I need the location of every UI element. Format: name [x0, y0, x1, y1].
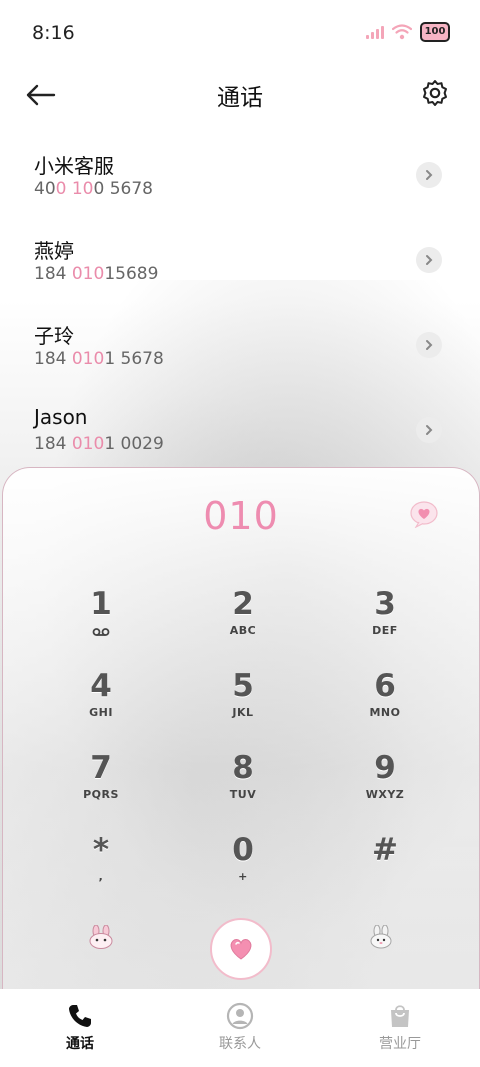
contact-name: 小米客服 [34, 154, 114, 178]
key-9[interactable]: 9 WXYZ [315, 746, 455, 828]
contact-name: 燕婷 [34, 239, 74, 263]
chevron-right-icon[interactable] [416, 332, 442, 358]
bottom-tab-bar: 通话 联系人 营业厅 [0, 989, 480, 1067]
key-6[interactable]: 6 MNO [315, 664, 455, 746]
tab-service-hall[interactable]: 营业厅 [320, 989, 480, 1067]
key-2[interactable]: 2 ABC [173, 582, 313, 664]
key-5[interactable]: 5 JKL [173, 664, 313, 746]
chevron-right-icon[interactable] [416, 247, 442, 273]
keypad: 1 2 ABC 3 DEF 4 GHI 5 JKL 6 MNO 7 PQRS 8… [31, 582, 455, 910]
store-bag-icon [391, 1005, 409, 1027]
list-item[interactable]: 燕婷 184 01015689 [0, 215, 480, 300]
signal-icon [366, 25, 384, 39]
dialer-panel: 010 1 2 ABC 3 DEF 4 GHI 5 JKL 6 MNO 7 PQ… [2, 467, 480, 1008]
wifi-icon [392, 24, 412, 40]
battery-icon: 100 [420, 22, 450, 42]
tab-label: 通话 [66, 1036, 94, 1052]
chevron-right-icon[interactable] [416, 162, 442, 188]
status-bar: 8:16 100 [0, 0, 480, 64]
key-3[interactable]: 3 DEF [315, 582, 455, 664]
contact-name: 子玲 [34, 324, 74, 348]
contact-number: 184 01015689 [34, 264, 159, 284]
dialer-actions [3, 905, 479, 985]
chevron-right-icon[interactable] [416, 417, 442, 443]
list-item[interactable]: 子玲 184 0101 5678 [0, 300, 480, 385]
key-0[interactable]: 0 + [173, 828, 313, 910]
key-hash[interactable]: # [315, 828, 455, 910]
status-icons: 100 [366, 22, 450, 42]
heart-message-icon[interactable] [409, 500, 439, 528]
bunny-delete-icon[interactable] [367, 925, 395, 949]
header: 通话 [0, 64, 480, 126]
contact-number: 184 0101 0029 [34, 434, 164, 454]
tab-label: 营业厅 [379, 1036, 421, 1052]
key-1[interactable]: 1 [31, 582, 171, 664]
contact-number: 400 100 5678 [34, 179, 153, 199]
contacts-icon [226, 1002, 254, 1030]
call-button[interactable] [210, 918, 272, 980]
bunny-menu-icon[interactable] [87, 925, 115, 949]
voicemail-icon [92, 628, 110, 636]
tab-label: 联系人 [219, 1036, 261, 1052]
status-time: 8:16 [32, 22, 75, 44]
gear-icon[interactable] [420, 78, 450, 108]
key-star[interactable]: * , [31, 828, 171, 910]
dialed-number: 010 [203, 494, 279, 538]
tab-contacts[interactable]: 联系人 [160, 989, 320, 1067]
phone-icon [69, 1005, 91, 1027]
key-4[interactable]: 4 GHI [31, 664, 171, 746]
key-8[interactable]: 8 TUV [173, 746, 313, 828]
list-item[interactable]: 小米客服 400 100 5678 [0, 130, 480, 215]
tab-calls[interactable]: 通话 [0, 989, 160, 1067]
page-title: 通话 [217, 85, 263, 111]
key-7[interactable]: 7 PQRS [31, 746, 171, 828]
recent-calls-list: 小米客服 400 100 5678 燕婷 184 01015689 子玲 184… [0, 130, 480, 470]
list-item[interactable]: Jason 184 0101 0029 [0, 385, 480, 470]
contact-number: 184 0101 5678 [34, 349, 164, 369]
heart-call-icon [230, 939, 252, 960]
contact-name: Jason [34, 405, 88, 429]
